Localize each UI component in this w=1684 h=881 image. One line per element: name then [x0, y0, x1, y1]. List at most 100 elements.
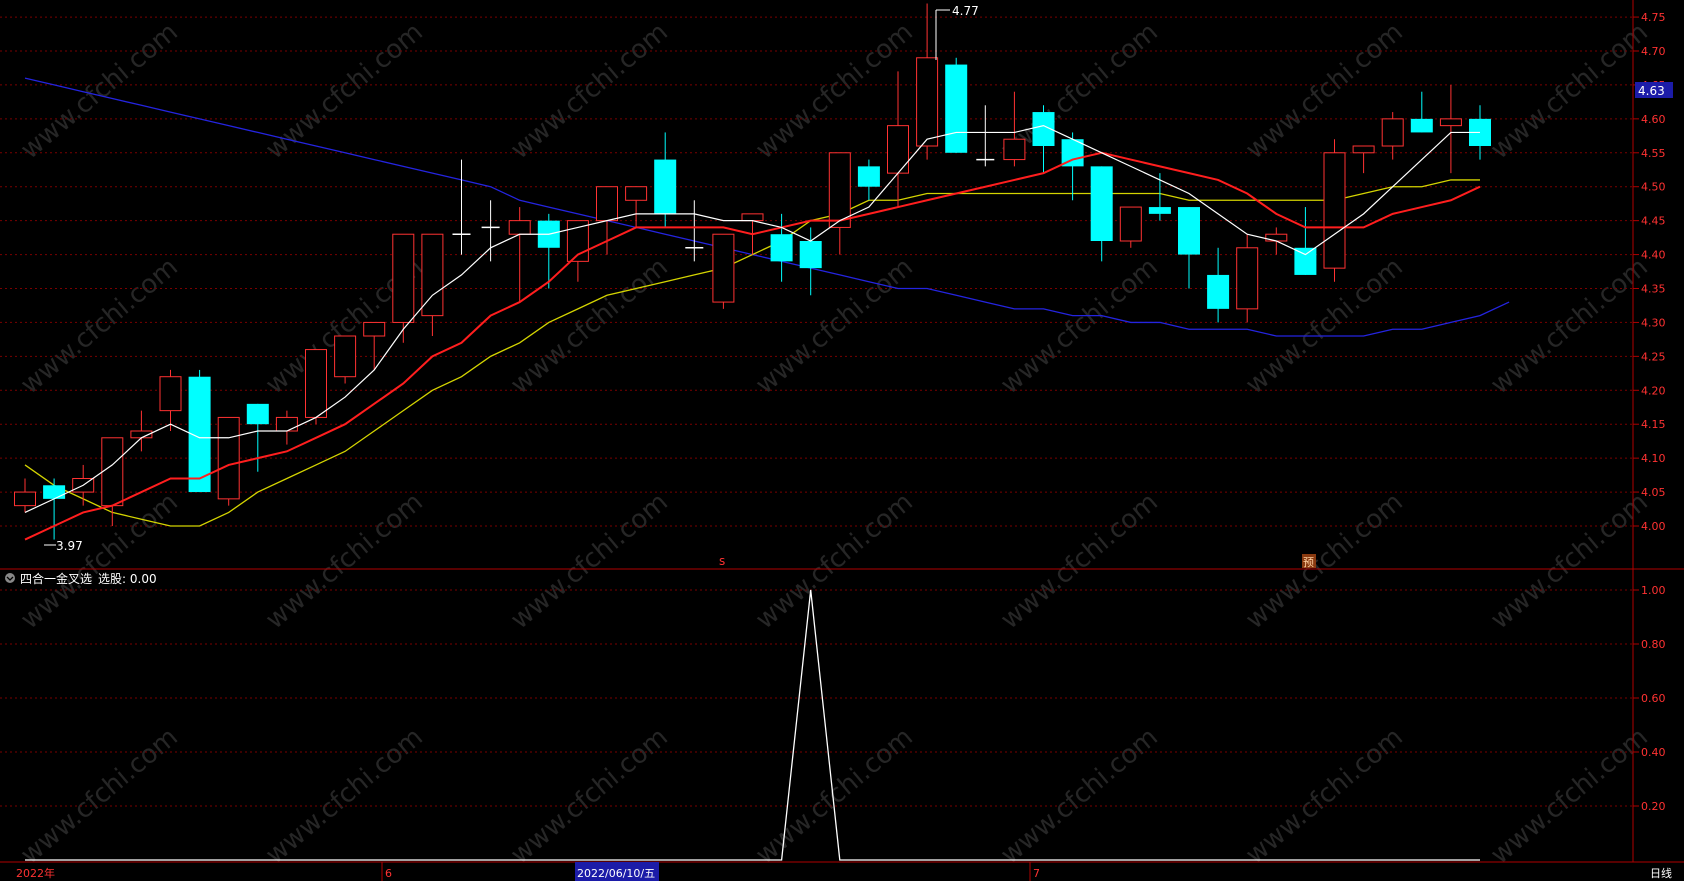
- candle: [188, 369, 211, 493]
- forecast-marker-label: 预: [1303, 556, 1314, 569]
- price-tick-label: 4.00: [1641, 520, 1666, 533]
- watermark-text: www.cfchi.com: [505, 487, 674, 635]
- candle-body: [334, 335, 357, 378]
- indicator-grid: [0, 589, 1633, 807]
- candle-body: [887, 125, 909, 174]
- indicator-tick-label: 0.40: [1641, 746, 1666, 759]
- candle-body: [1090, 166, 1113, 241]
- watermark-text: www.cfchi.com: [995, 487, 1164, 635]
- watermark-text: www.cfchi.com: [260, 17, 429, 165]
- collapse-icon[interactable]: [5, 573, 15, 583]
- candle: [101, 437, 124, 526]
- candle: [1236, 234, 1259, 323]
- watermark-text: www.cfchi.com: [995, 722, 1164, 870]
- candle-body: [275, 416, 298, 432]
- svg-text:四合一金叉选选股: 0.00: 四合一金叉选 选股: 0.00: [20, 571, 157, 586]
- candle-body: [857, 166, 880, 187]
- candle-body: [770, 234, 793, 262]
- candle: [14, 478, 36, 513]
- candle-body: [305, 349, 327, 418]
- candle-body: [1323, 152, 1346, 269]
- low-price-label: 3.97: [56, 539, 83, 553]
- candle: [481, 200, 500, 262]
- candle: [1323, 139, 1346, 282]
- watermark-text: www.cfchi.com: [505, 722, 674, 870]
- price-tick-label: 4.25: [1641, 350, 1666, 363]
- candle-body: [1119, 206, 1142, 242]
- month-june-label: 6: [385, 867, 392, 880]
- candle: [654, 132, 677, 228]
- period-button[interactable]: 日线: [1650, 866, 1672, 880]
- watermark-text: www.cfchi.com: [1485, 252, 1654, 400]
- candle-body: [14, 491, 36, 507]
- candle: [1178, 207, 1200, 289]
- watermark-text: www.cfchi.com: [750, 487, 919, 635]
- watermark-text: www.cfchi.com: [1485, 487, 1654, 635]
- candle-body: [741, 213, 764, 222]
- candle-body: [625, 186, 648, 201]
- indicator-tick-label: 1.00: [1641, 584, 1666, 597]
- candle-body: [654, 159, 677, 214]
- candle: [916, 3, 939, 160]
- candle: [857, 159, 880, 201]
- price-tick-label: 4.20: [1641, 384, 1666, 397]
- candle-body: [246, 403, 269, 425]
- candle: [217, 416, 240, 506]
- price-tick-label: 4.10: [1641, 452, 1666, 465]
- watermark-layer: www.cfchi.com www.cfchi.com www.cfchi.com w…: [15, 17, 1654, 870]
- current-price-label: 4.63: [1638, 84, 1665, 98]
- candle-body: [217, 416, 240, 500]
- candle: [1119, 206, 1142, 248]
- candle-body: [43, 485, 66, 499]
- candle-body: [1178, 207, 1200, 255]
- price-tick-label: 4.55: [1641, 147, 1666, 160]
- candle: [159, 369, 182, 431]
- candle-body: [712, 233, 735, 303]
- candle-body: [1265, 233, 1288, 242]
- low-annotation: 3.97: [44, 539, 83, 553]
- price-tick-label: 4.60: [1641, 113, 1666, 126]
- candle-body: [799, 241, 822, 269]
- watermark-text: www.cfchi.com: [505, 17, 674, 165]
- candle-body: [1294, 247, 1317, 275]
- candle: [452, 159, 471, 255]
- candle-body: [916, 57, 939, 147]
- current-price-tag: 4.63: [1635, 82, 1673, 98]
- price-tick-label: 4.35: [1641, 283, 1666, 296]
- candle: [945, 57, 968, 153]
- watermark-text: www.cfchi.com: [15, 252, 184, 400]
- candle: [1410, 91, 1433, 133]
- stock-chart[interactable]: www.cfchi.com www.cfchi.com www.cfchi.com w…: [0, 0, 1684, 881]
- candle: [537, 213, 560, 289]
- watermark-text: www.cfchi.com: [750, 722, 919, 870]
- candle: [392, 233, 415, 343]
- candle: [246, 403, 269, 472]
- watermark-text: www.cfchi.com: [260, 722, 429, 870]
- watermark-text: www.cfchi.com: [505, 252, 674, 400]
- watermark-text: www.cfchi.com: [260, 487, 429, 635]
- candle-body: [1003, 138, 1026, 161]
- indicator-tick-label: 0.20: [1641, 800, 1666, 813]
- candle-body: [1439, 118, 1462, 127]
- month-july-label: 7: [1033, 867, 1040, 880]
- candle-body: [1148, 207, 1171, 214]
- price-tick-label: 4.70: [1641, 45, 1666, 58]
- price-tick-label: 4.15: [1641, 418, 1666, 431]
- watermark-text: www.cfchi.com: [15, 722, 184, 870]
- candle: [712, 233, 735, 309]
- price-tick-label: 4.05: [1641, 486, 1666, 499]
- candle: [685, 200, 704, 262]
- year-label: 2022年: [16, 866, 55, 880]
- price-tick-label: 4.45: [1641, 215, 1666, 228]
- forecast-marker: 预: [1302, 554, 1316, 569]
- candle: [1090, 166, 1113, 262]
- watermark-text: www.cfchi.com: [1240, 722, 1409, 870]
- indicator-header[interactable]: 四合一金叉选 选股: 0.00: [5, 571, 157, 586]
- candle-body: [508, 220, 531, 235]
- candle: [508, 207, 531, 303]
- candle: [334, 335, 357, 384]
- candle: [1294, 207, 1317, 275]
- signal-label: 选股: [98, 572, 122, 586]
- candle-body: [1352, 145, 1375, 154]
- candle-body: [392, 233, 415, 323]
